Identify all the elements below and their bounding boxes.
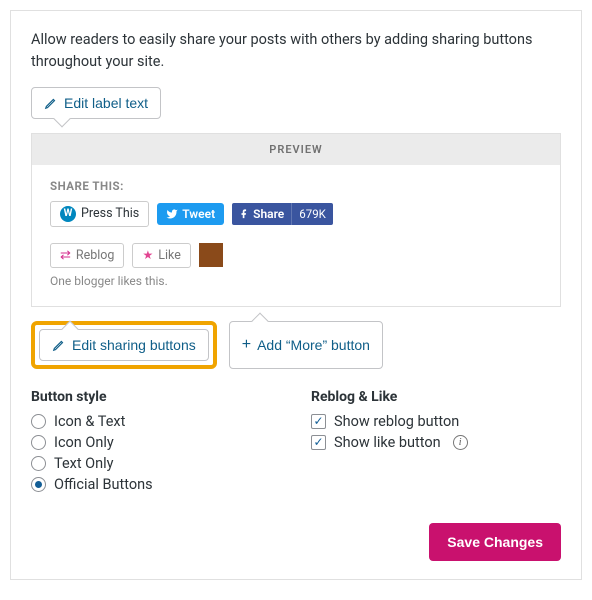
twitter-icon bbox=[166, 208, 178, 220]
fb-share-count: 679K bbox=[291, 203, 333, 225]
reblog-button[interactable]: ⇄ Reblog bbox=[50, 243, 124, 268]
radio-icon bbox=[31, 477, 46, 492]
press-this-label: Press This bbox=[81, 206, 139, 221]
action-buttons-row: Edit sharing buttons + Add “More” button bbox=[31, 321, 561, 369]
preview-body: SHARE THIS: W Press This Tweet Share 679… bbox=[32, 165, 560, 306]
button-style-column: Button style Icon & Text Icon Only Text … bbox=[31, 389, 281, 497]
button-style-title: Button style bbox=[31, 389, 281, 405]
options-row: Button style Icon & Text Icon Only Text … bbox=[31, 389, 561, 497]
wordpress-icon: W bbox=[60, 206, 76, 222]
preview-box: PREVIEW SHARE THIS: W Press This Tweet S… bbox=[31, 133, 561, 307]
like-label: Like bbox=[158, 248, 181, 263]
preview-header: PREVIEW bbox=[32, 134, 560, 165]
edit-label-text-label: Edit label text bbox=[64, 95, 148, 111]
checkbox-show-reblog[interactable]: ✓Show reblog button bbox=[311, 413, 561, 430]
checkbox-show-like[interactable]: ✓Show like buttoni bbox=[311, 434, 561, 451]
reblog-like-title: Reblog & Like bbox=[311, 389, 561, 405]
tweet-button[interactable]: Tweet bbox=[157, 203, 224, 225]
share-this-label: SHARE THIS: bbox=[50, 179, 542, 193]
fb-share-label: Share bbox=[253, 207, 284, 221]
reblog-like-row: ⇄ Reblog ★ Like bbox=[50, 243, 542, 268]
intro-text: Allow readers to easily share your posts… bbox=[31, 29, 561, 73]
edit-label-text-button[interactable]: Edit label text bbox=[31, 87, 161, 119]
radio-icon-only[interactable]: Icon Only bbox=[31, 434, 281, 451]
save-changes-button[interactable]: Save Changes bbox=[429, 523, 561, 561]
reblog-like-column: Reblog & Like ✓Show reblog button ✓Show … bbox=[311, 389, 561, 497]
radio-icon bbox=[31, 456, 46, 471]
edit-sharing-label: Edit sharing buttons bbox=[72, 337, 196, 353]
caret-up-icon bbox=[62, 320, 79, 337]
plus-icon: + bbox=[242, 336, 251, 354]
facebook-share-button[interactable]: Share 679K bbox=[232, 203, 333, 225]
radio-icon bbox=[31, 435, 46, 450]
pencil-icon bbox=[52, 338, 66, 352]
reblog-icon: ⇄ bbox=[60, 248, 71, 263]
sharing-settings-panel: Allow readers to easily share your posts… bbox=[10, 10, 582, 580]
checkbox-icon: ✓ bbox=[311, 435, 326, 450]
caret-up-icon bbox=[251, 312, 268, 329]
radio-icon bbox=[31, 414, 46, 429]
highlight-frame: Edit sharing buttons bbox=[31, 321, 217, 369]
caret-down-icon bbox=[54, 110, 71, 127]
avatar bbox=[199, 243, 223, 267]
tweet-label: Tweet bbox=[182, 207, 215, 221]
facebook-icon bbox=[239, 209, 249, 219]
press-this-button[interactable]: W Press This bbox=[50, 201, 149, 227]
radio-icon-text[interactable]: Icon & Text bbox=[31, 413, 281, 430]
likes-text: One blogger likes this. bbox=[50, 274, 542, 288]
radio-text-only[interactable]: Text Only bbox=[31, 455, 281, 472]
like-button[interactable]: ★ Like bbox=[132, 243, 190, 268]
reblog-label: Reblog bbox=[76, 248, 115, 263]
add-more-button[interactable]: + Add “More” button bbox=[229, 321, 383, 369]
radio-official-buttons[interactable]: Official Buttons bbox=[31, 476, 281, 493]
pencil-icon bbox=[44, 96, 58, 110]
footer: Save Changes bbox=[31, 523, 561, 561]
share-buttons-row: W Press This Tweet Share 679K bbox=[50, 201, 542, 227]
star-icon: ★ bbox=[142, 248, 153, 262]
info-icon[interactable]: i bbox=[453, 435, 468, 450]
checkbox-icon: ✓ bbox=[311, 414, 326, 429]
edit-sharing-buttons-button[interactable]: Edit sharing buttons bbox=[39, 329, 209, 361]
add-more-label: Add “More” button bbox=[257, 337, 370, 353]
